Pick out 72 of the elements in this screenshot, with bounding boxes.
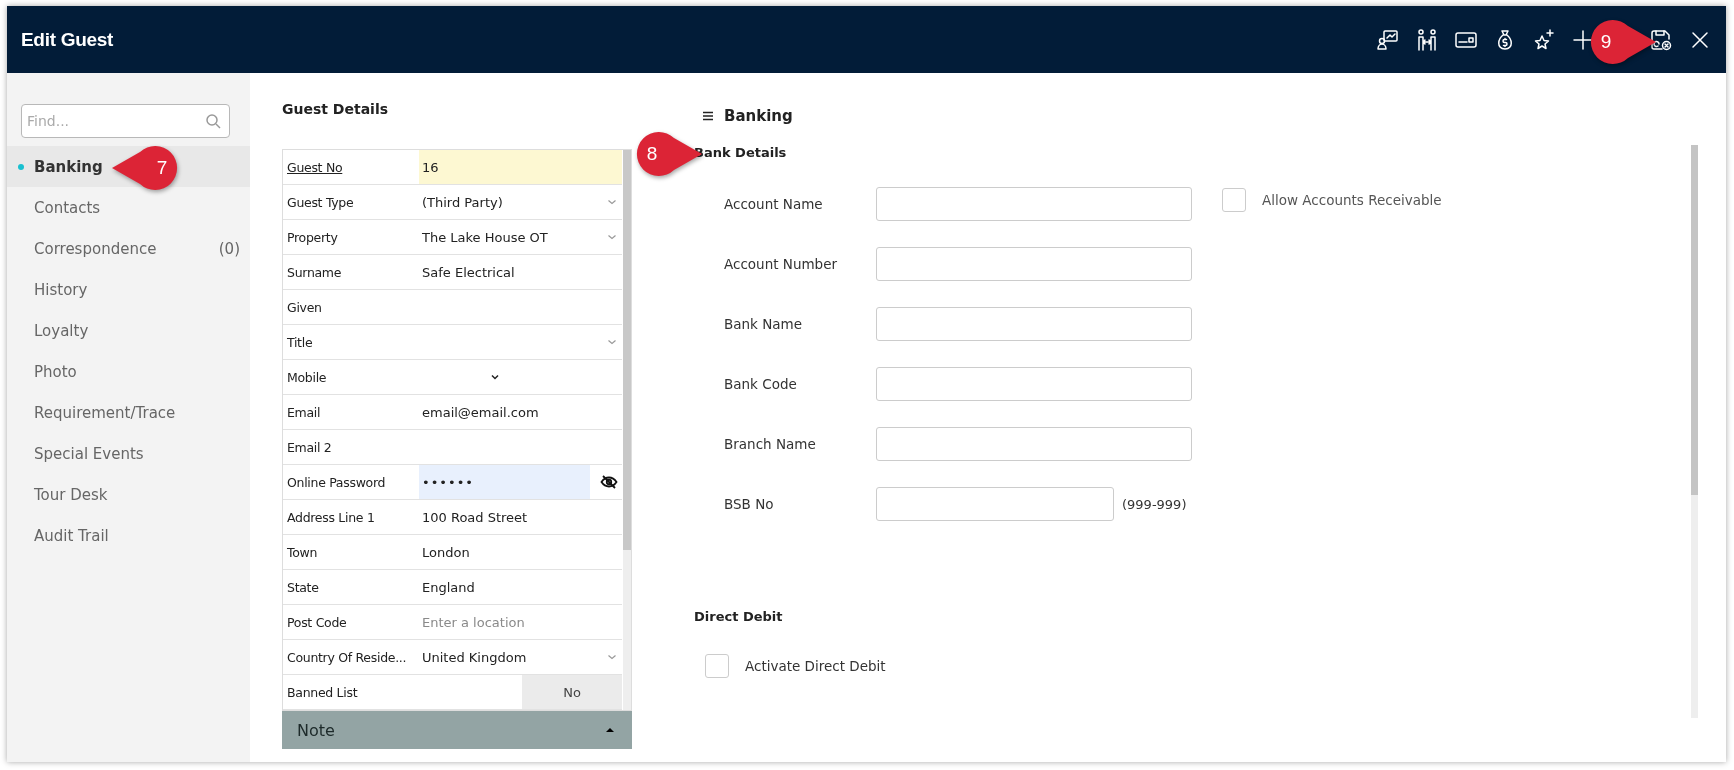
field-label: BSB No — [723, 496, 775, 512]
search-field[interactable]: Find... — [21, 104, 230, 138]
checkbox-label: Allow Accounts Receivable — [1262, 192, 1442, 208]
toggle-field[interactable]: No — [522, 675, 622, 709]
field-label: Surname — [286, 264, 343, 280]
field-label: Account Name — [723, 196, 824, 212]
scrollbar-thumb[interactable] — [623, 150, 631, 550]
field-label: Town — [286, 544, 319, 560]
field-value[interactable]: •••••• — [419, 465, 590, 499]
field-value[interactable]: England — [419, 570, 622, 604]
save-close-icon[interactable] — [1649, 27, 1673, 52]
sidebar-item[interactable]: Loyalty — [7, 310, 250, 351]
sidebar-item[interactable]: Tour Desk — [7, 474, 250, 515]
field-label: Branch Name — [723, 436, 817, 452]
field-value[interactable]: Enter a location — [419, 605, 622, 639]
eye-slash-icon[interactable] — [600, 473, 618, 491]
field-value[interactable]: London — [419, 535, 622, 569]
callout-marker: 7 — [110, 146, 180, 190]
sidebar-item[interactable]: Contacts — [7, 187, 250, 228]
field-label: State — [286, 579, 320, 595]
input-field[interactable] — [876, 187, 1192, 221]
field-value[interactable]: Safe Electrical — [419, 255, 622, 289]
sidebar-item[interactable]: Audit Trail — [7, 515, 250, 556]
field-label: Title — [286, 334, 314, 350]
sidebar-item[interactable]: Requirement/Trace — [7, 392, 250, 433]
field-value[interactable]: United Kingdom — [419, 640, 606, 674]
field-link[interactable]: Guest No — [283, 159, 419, 175]
note-label: Note — [297, 720, 335, 740]
field-label: Mobile — [286, 369, 328, 385]
note-bar[interactable]: Note — [282, 711, 632, 749]
sidebar-item[interactable]: Special Events — [7, 433, 250, 474]
section-title: Guest Details — [282, 101, 390, 119]
field-label: Account Number — [723, 256, 839, 272]
input-field[interactable] — [876, 247, 1192, 281]
field-label: Bank Name — [723, 316, 804, 332]
input-field[interactable] — [876, 427, 1192, 461]
section-heading: Direct Debit — [694, 609, 784, 626]
checkbox-label: Activate Direct Debit — [745, 658, 886, 674]
field-label: Email — [286, 404, 322, 420]
field-value[interactable]: The Lake House OT — [419, 220, 606, 254]
format-hint: (999-999) — [1122, 496, 1187, 512]
sparkle-star-icon[interactable] — [1532, 27, 1556, 52]
field-label: Bank Code — [723, 376, 798, 392]
field-value[interactable]: 100 Road Street — [419, 500, 622, 534]
menu-icon[interactable] — [702, 110, 714, 122]
input-field[interactable] — [876, 487, 1114, 521]
input-field[interactable] — [876, 307, 1192, 341]
input-field[interactable] — [876, 367, 1192, 401]
sidebar-item[interactable]: Photo — [7, 351, 250, 392]
field-label: Property — [286, 229, 339, 245]
scrollbar-thumb[interactable] — [1691, 145, 1698, 495]
field-label: Post Code — [286, 614, 348, 630]
field-label: Guest Type — [286, 194, 355, 210]
presentation-icon[interactable] — [1376, 27, 1400, 52]
checkbox[interactable] — [705, 654, 729, 678]
field-value[interactable]: (Third Party) — [419, 185, 606, 219]
callout-marker: 9 — [1588, 20, 1658, 64]
field-label: Address Line 1 — [286, 509, 376, 525]
field-label: Banned List — [286, 684, 359, 700]
field-label: Email 2 — [286, 439, 333, 455]
window-title: Edit Guest — [21, 28, 113, 51]
panel-title: Banking — [724, 107, 793, 125]
field-value[interactable]: email@email.com — [419, 395, 622, 429]
sidebar-item[interactable]: Correspondence (0) — [7, 228, 250, 269]
checkbox[interactable] — [1222, 188, 1246, 212]
field-label: Country Of Reside... — [286, 649, 408, 665]
field-value[interactable]: 16 — [419, 150, 622, 184]
field-label: Online Password — [286, 474, 387, 490]
field-label: Given — [286, 299, 323, 315]
people-transfer-icon[interactable] — [1415, 27, 1439, 52]
search-icon — [205, 113, 221, 129]
sidebar-item[interactable]: History — [7, 269, 250, 310]
